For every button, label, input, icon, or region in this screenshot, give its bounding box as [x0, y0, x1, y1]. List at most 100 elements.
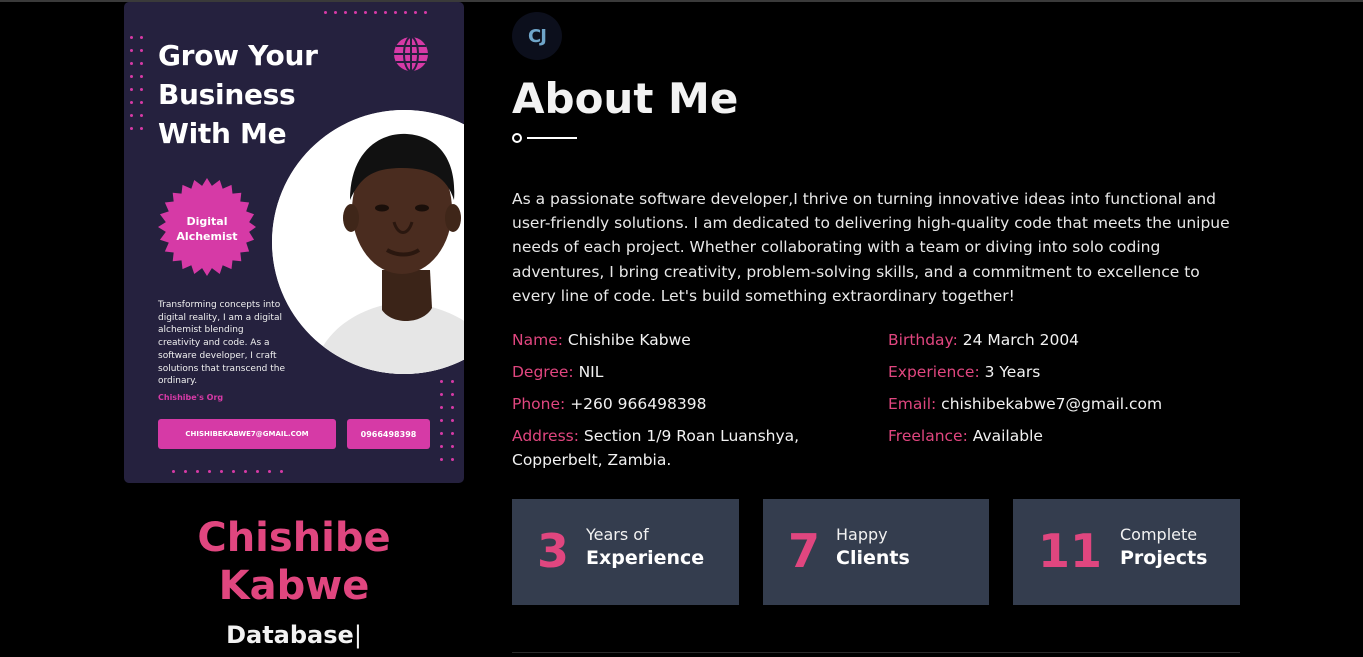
decor-dot: [440, 445, 443, 448]
stat-line2: Clients: [836, 547, 910, 569]
info-experience-value: 3 Years: [984, 363, 1041, 381]
stat-line1: Happy: [836, 525, 888, 544]
decor-dot: [140, 75, 143, 78]
title-divider-line: [527, 137, 577, 139]
stat-card-experience: 3 Years of Experience: [512, 499, 739, 605]
decor-dot: [140, 114, 143, 117]
decor-dot: [244, 470, 247, 473]
info-email-label: Email:: [888, 395, 937, 413]
section-title: About Me: [512, 74, 739, 123]
poster-description: Transforming concepts into digital reali…: [158, 300, 285, 387]
decor-dot: [324, 11, 327, 14]
info-freelance-value: Available: [972, 427, 1043, 445]
info-phone-value: +260 966498398: [570, 395, 707, 413]
stat-card-clients: 7 Happy Clients: [763, 499, 989, 605]
email-button[interactable]: CHISHIBEKABWE7@GMAIL.COM: [158, 419, 336, 449]
decor-dot: [256, 470, 259, 473]
about-paragraph: As a passionate software developer,I thr…: [512, 190, 1230, 305]
decor-dot: [451, 393, 454, 396]
info-experience: Experience: 3 Years: [888, 360, 1040, 384]
info-email-value: chishibekabwe7@gmail.com: [941, 395, 1163, 413]
decor-dot: [268, 470, 271, 473]
decor-dots-bottom: [172, 470, 292, 473]
decor-dot: [451, 419, 454, 422]
info-address: Address: Section 1/9 Roan Luanshya, Copp…: [512, 424, 832, 472]
decor-dot: [232, 470, 235, 473]
info-freelance: Freelance: Available: [888, 424, 1043, 448]
poster-card: Grow Your Business With Me Digital Alche…: [124, 2, 464, 483]
info-email: Email: chishibekabwe7@gmail.com: [888, 392, 1162, 416]
decor-dot: [404, 11, 407, 14]
title-divider-dot: [512, 133, 522, 143]
decor-dot: [130, 114, 133, 117]
info-degree-label: Degree:: [512, 363, 574, 381]
info-phone: Phone: +260 966498398: [512, 392, 706, 416]
info-name-value: Chishibe Kabwe: [567, 331, 691, 349]
decor-dot: [280, 470, 283, 473]
site-logo[interactable]: CJ: [512, 12, 562, 60]
decor-dot: [140, 49, 143, 52]
info-birthday-label: Birthday:: [888, 331, 958, 349]
info-birthday: Birthday: 24 March 2004: [888, 328, 1079, 352]
decor-dot: [130, 127, 133, 130]
decor-dot: [440, 432, 443, 435]
decor-dot: [384, 11, 387, 14]
stat-number: 11: [1038, 524, 1103, 578]
decor-dot: [172, 470, 175, 473]
decor-dot: [424, 11, 427, 14]
stat-number: 7: [788, 524, 821, 578]
decor-dot: [140, 62, 143, 65]
decor-dot: [414, 11, 417, 14]
info-freelance-label: Freelance:: [888, 427, 968, 445]
info-birthday-value: 24 March 2004: [962, 331, 1080, 349]
profile-name: Chishibe Kabwe: [197, 515, 391, 609]
decor-dot: [140, 88, 143, 91]
decor-dot: [334, 11, 337, 14]
stat-line2: Experience: [586, 547, 705, 569]
decor-dot: [451, 445, 454, 448]
decor-dot: [440, 393, 443, 396]
decor-dot: [196, 470, 199, 473]
decor-dot: [130, 75, 133, 78]
decor-dot: [440, 458, 443, 461]
typing-cursor: |: [353, 621, 362, 649]
stat-line1: Complete: [1120, 525, 1198, 544]
decor-dot: [140, 101, 143, 104]
stat-line2: Projects: [1120, 547, 1208, 569]
info-degree-value: NIL: [578, 363, 604, 381]
badge-label: Digital Alchemist: [176, 215, 238, 243]
decor-dot: [130, 49, 133, 52]
decor-dot: [140, 127, 143, 130]
decor-dot: [140, 36, 143, 39]
decor-dots-top: [324, 11, 434, 14]
info-degree: Degree: NIL: [512, 360, 603, 384]
decor-dot: [184, 470, 187, 473]
decor-dot: [130, 101, 133, 104]
decor-dot: [440, 419, 443, 422]
decor-dot: [354, 11, 357, 14]
decor-dot: [130, 88, 133, 91]
decor-dots-left: [130, 36, 150, 140]
info-name: Name: Chishibe Kabwe: [512, 328, 691, 352]
typed-role-text: Database: [226, 621, 354, 649]
decor-dot: [130, 36, 133, 39]
stat-line1: Years of: [586, 525, 649, 544]
decor-dot: [440, 406, 443, 409]
logo-text: CJ: [528, 25, 547, 47]
decor-dot: [394, 11, 397, 14]
globe-icon: [394, 36, 428, 72]
stat-card-projects: 11 Complete Projects: [1013, 499, 1240, 605]
decor-dot: [130, 62, 133, 65]
decor-dot: [451, 432, 454, 435]
poster-org: Chishibe's Org: [158, 393, 224, 402]
decor-dot: [440, 380, 443, 383]
phone-button[interactable]: 0966498398: [347, 419, 430, 449]
decor-dots-right: [440, 380, 462, 471]
decor-dot: [364, 11, 367, 14]
decor-dot: [451, 406, 454, 409]
decor-dot: [374, 11, 377, 14]
decor-dot: [451, 380, 454, 383]
info-phone-label: Phone:: [512, 395, 566, 413]
typed-role: Database|: [124, 621, 464, 649]
stat-number: 3: [537, 524, 570, 578]
